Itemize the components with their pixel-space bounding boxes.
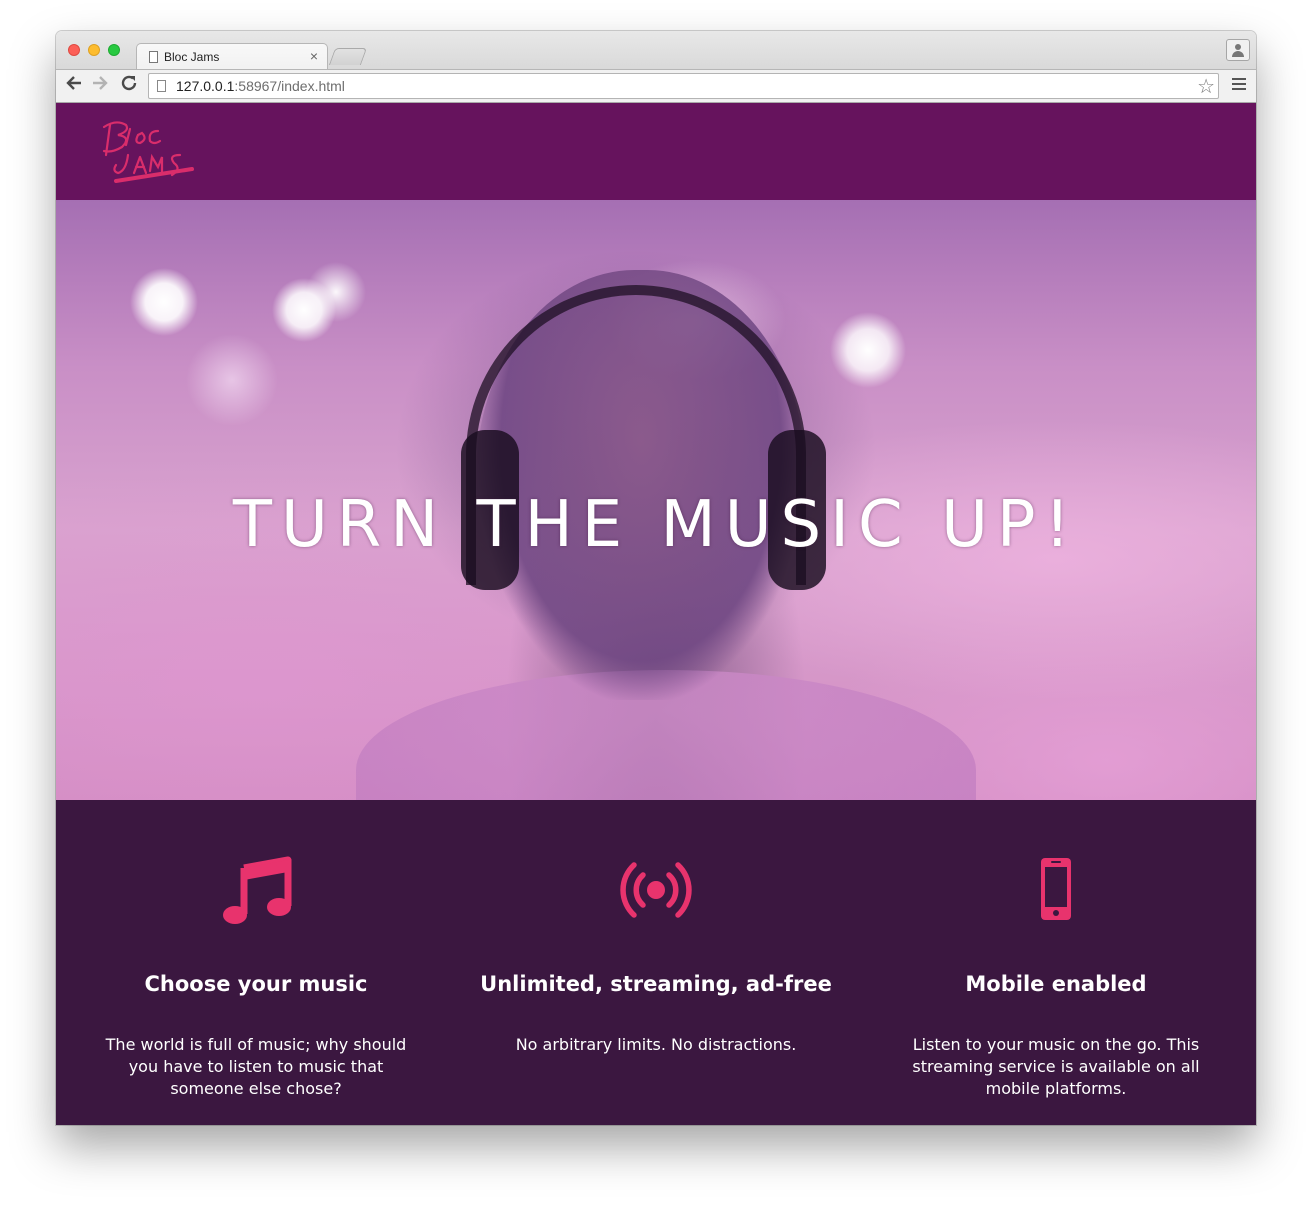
browser-toolbar: 127.0.0.1:58967/index.html ☆ [56,69,1256,103]
tab-close-icon[interactable]: × [310,48,318,64]
feature-text: No arbitrary limits. No distractions. [515,1035,797,1054]
feature-streaming: Unlimited, streaming, ad-free No arbitra… [456,800,856,1125]
site-navbar [56,103,1256,200]
feature-title: Choose your music [144,972,368,996]
broadcast-icon [616,850,696,930]
mobile-phone-icon [1016,850,1096,930]
window-close-button[interactable] [68,44,80,56]
profile-icon[interactable] [1226,39,1250,61]
url-text: 127.0.0.1:58967/index.html [176,78,345,94]
feature-title: Mobile enabled [965,972,1147,996]
window-maximize-button[interactable] [108,44,120,56]
page-icon [157,80,166,92]
reload-icon[interactable] [117,74,141,98]
feature-choose-music: Choose your music The world is full of m… [56,800,456,1125]
browser-tab[interactable]: Bloc Jams × [136,43,328,71]
tab-strip: Bloc Jams × [56,31,1256,71]
bloc-jams-logo[interactable] [96,115,196,185]
new-tab-button[interactable] [328,48,368,65]
browser-window: Bloc Jams × 127.0.0.1:58967/index.html ☆ [56,31,1256,1125]
feature-title: Unlimited, streaming, ad-free [480,972,832,996]
page-content: TURN THE MUSIC UP! Choose your music The… [56,103,1256,1125]
tab-title: Bloc Jams [164,50,220,64]
hero-title: TURN THE MUSIC UP! [232,487,1080,562]
selling-points: Choose your music The world is full of m… [56,800,1256,1125]
forward-arrow-icon[interactable] [88,74,112,98]
music-note-icon [216,850,296,930]
menu-icon[interactable] [1232,78,1246,93]
address-bar[interactable]: 127.0.0.1:58967/index.html ☆ [148,73,1219,99]
feature-text: Listen to your music on the go. This str… [912,1035,1200,1098]
feature-mobile: Mobile enabled Listen to your music on t… [856,800,1256,1125]
feature-text: The world is full of music; why should y… [105,1035,407,1098]
page-icon [149,51,158,63]
bookmark-star-icon[interactable]: ☆ [1197,74,1215,99]
back-arrow-icon[interactable] [62,74,86,98]
window-minimize-button[interactable] [88,44,100,56]
hero-section: TURN THE MUSIC UP! [56,200,1256,800]
